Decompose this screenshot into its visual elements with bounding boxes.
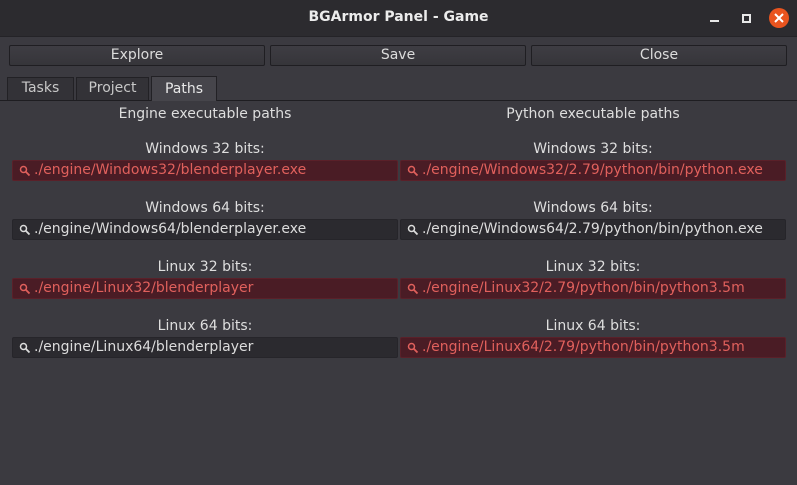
engine-linux32-label: Linux 32 bits: — [157, 259, 253, 275]
engine-win32-field[interactable]: ./engine/Windows32/blenderplayer.exe — [12, 160, 398, 181]
minimize-button[interactable] — [704, 8, 724, 28]
engine-linux64-field[interactable]: ./engine/Linux64/blenderplayer — [12, 337, 398, 358]
title-bar: BGArmor Panel - Game — [0, 0, 797, 37]
python-linux64-field[interactable]: ./engine/Linux64/2.79/python/bin/python3… — [400, 337, 786, 358]
tab-tasks[interactable]: Tasks — [7, 77, 74, 100]
python-win64-label: Windows 64 bits: — [533, 200, 653, 216]
minimize-icon — [709, 20, 719, 22]
search-icon — [19, 165, 31, 176]
python-linux32-value: ./engine/Linux32/2.79/python/bin/python3… — [422, 280, 745, 296]
window-title: BGArmor Panel - Game — [308, 9, 489, 25]
explore-button[interactable]: Explore — [9, 45, 265, 66]
search-icon — [19, 342, 31, 353]
close-icon — [774, 13, 784, 23]
close-window-button[interactable] — [769, 8, 789, 28]
engine-win64-value: ./engine/Windows64/blenderplayer.exe — [34, 221, 307, 237]
python-linux32-field[interactable]: ./engine/Linux32/2.79/python/bin/python3… — [400, 278, 786, 299]
search-icon — [407, 283, 419, 294]
python-linux64-value: ./engine/Linux64/2.79/python/bin/python3… — [422, 339, 745, 355]
engine-win32-label: Windows 32 bits: — [145, 141, 265, 157]
engine-win64-label: Windows 64 bits: — [145, 200, 265, 216]
save-button[interactable]: Save — [270, 45, 526, 66]
close-button[interactable]: Close — [531, 45, 787, 66]
search-icon — [19, 283, 31, 294]
engine-linux32-field[interactable]: ./engine/Linux32/blenderplayer — [12, 278, 398, 299]
python-win32-label: Windows 32 bits: — [533, 141, 653, 157]
python-win64-field[interactable]: ./engine/Windows64/2.79/python/bin/pytho… — [400, 219, 786, 240]
python-win64-value: ./engine/Windows64/2.79/python/bin/pytho… — [422, 221, 763, 237]
python-win32-field[interactable]: ./engine/Windows32/2.79/python/bin/pytho… — [400, 160, 786, 181]
python-linux64-label: Linux 64 bits: — [545, 318, 641, 334]
python-paths-heading: Python executable paths — [506, 106, 680, 122]
tab-paths[interactable]: Paths — [151, 76, 217, 101]
tab-bar: Tasks Project Paths — [0, 76, 797, 101]
engine-paths-heading: Engine executable paths — [118, 106, 292, 122]
python-linux32-label: Linux 32 bits: — [545, 259, 641, 275]
engine-win64-field[interactable]: ./engine/Windows64/blenderplayer.exe — [12, 219, 398, 240]
search-icon — [407, 342, 419, 353]
engine-win32-value: ./engine/Windows32/blenderplayer.exe — [34, 162, 307, 178]
engine-linux64-value: ./engine/Linux64/blenderplayer — [34, 339, 254, 355]
tab-project[interactable]: Project — [76, 77, 149, 100]
engine-linux64-label: Linux 64 bits: — [157, 318, 253, 334]
maximize-icon — [741, 13, 751, 23]
search-icon — [407, 224, 419, 235]
engine-linux32-value: ./engine/Linux32/blenderplayer — [34, 280, 254, 296]
search-icon — [407, 165, 419, 176]
search-icon — [19, 224, 31, 235]
maximize-button[interactable] — [736, 8, 756, 28]
python-win32-value: ./engine/Windows32/2.79/python/bin/pytho… — [422, 162, 763, 178]
